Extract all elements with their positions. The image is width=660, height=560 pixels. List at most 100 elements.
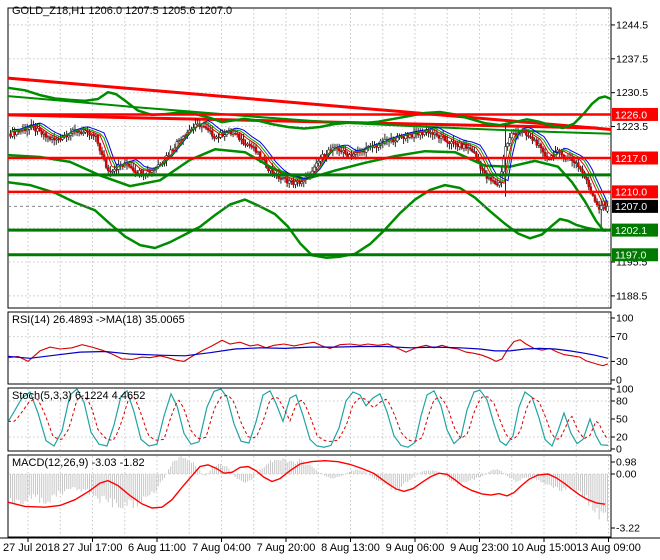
bear-candle	[572, 160, 576, 164]
bear-candle	[217, 136, 220, 139]
rsi-axis-label: 30	[616, 356, 628, 368]
bear-candle	[34, 126, 37, 132]
price-level-badge: 1197.0	[612, 248, 658, 262]
bear-candle	[96, 135, 100, 144]
bear-candle	[104, 159, 108, 168]
bear-candle	[283, 177, 287, 179]
bear-candle	[493, 180, 497, 185]
bull-candle	[55, 138, 58, 141]
bear-candle	[115, 169, 118, 171]
bear-candle	[213, 136, 216, 139]
bear-candle	[285, 178, 289, 184]
bull-candle	[466, 147, 470, 149]
price-axis-label: 1223.5	[616, 121, 648, 133]
bear-candle	[57, 138, 60, 141]
price-axis-label: 1230.5	[616, 87, 648, 99]
bear-candle	[460, 142, 464, 149]
bear-candle	[581, 168, 584, 173]
time-axis-label: 10 Aug 15:00	[512, 542, 577, 554]
bear-candle	[535, 139, 538, 146]
trading-terminal-chart-window: { "window": {"width": 660, "height": 560…	[0, 0, 660, 560]
bear-candle	[131, 167, 135, 171]
bear-candle	[448, 142, 451, 144]
bull-candle	[69, 133, 73, 136]
bear-candle	[337, 148, 341, 152]
bear-candle	[473, 151, 476, 154]
bull-candle	[433, 132, 437, 135]
macd-indicator-label: MACD(12,26,9) -3.03 -1.82	[12, 457, 145, 469]
bear-candle	[560, 151, 563, 156]
bull-candle	[439, 135, 443, 139]
bull-candle	[215, 136, 218, 139]
current-price-badge-text: 1207.0	[615, 201, 647, 213]
bear-candle	[134, 170, 137, 173]
bear-candle	[452, 141, 455, 143]
bear-candle	[59, 138, 62, 141]
bull-candle	[256, 151, 260, 154]
time-axis-label: 27 Jul 17:00	[63, 542, 123, 554]
bull-candle	[462, 144, 466, 149]
stoch-indicator-label: Stoch(5,3,3) 6.1224 4.4652	[12, 390, 146, 402]
bear-candle	[206, 127, 210, 131]
bear-candle	[406, 135, 410, 138]
price-axis-label: 1188.5	[616, 290, 647, 302]
bear-candle	[541, 147, 545, 153]
bear-candle	[539, 143, 543, 149]
bull-candle	[315, 162, 318, 168]
chart-canvas[interactable]: 1244.51237.51230.51223.51195.51188.51007…	[0, 0, 660, 560]
bull-candle	[290, 180, 293, 182]
bear-candle	[527, 135, 530, 137]
price-level-badge: 1202.1	[612, 223, 658, 237]
bear-candle	[109, 170, 112, 173]
bear-candle	[464, 144, 468, 149]
bear-candle	[107, 167, 110, 172]
bull-candle	[200, 125, 204, 128]
bear-candle	[202, 125, 206, 128]
bull-candle	[556, 149, 559, 152]
bear-candle	[254, 146, 258, 153]
time-axis-label: 27 Jul 2018	[3, 542, 60, 554]
time-axis-label: 13 Aug 09:00	[576, 542, 641, 554]
bull-candle	[487, 177, 491, 179]
bear-candle	[48, 136, 52, 140]
current-price-badge: 1207.0	[612, 199, 658, 213]
bear-candle	[489, 177, 493, 181]
bull-candle	[269, 168, 272, 171]
price-level-badge-text: 1226.0	[615, 109, 647, 121]
bull-candle	[46, 136, 50, 138]
time-axis-label: 7 Aug 04:00	[192, 542, 251, 554]
bull-candle	[352, 154, 355, 157]
bull-candle	[84, 130, 87, 133]
bear-candle	[346, 153, 349, 158]
bear-candle	[250, 145, 254, 148]
bear-candle	[431, 132, 434, 135]
bull-candle	[111, 170, 114, 173]
bear-candle	[454, 142, 457, 145]
bear-candle	[597, 204, 601, 210]
bull-candle	[246, 143, 249, 146]
bear-candle	[252, 146, 256, 149]
bear-candle	[543, 151, 547, 157]
bear-candle	[456, 144, 459, 147]
bear-candle	[44, 132, 48, 138]
rsi-axis-label: 70	[616, 331, 628, 343]
bear-candle	[279, 178, 283, 180]
bear-candle	[9, 133, 12, 137]
price-axis: 1244.51237.51230.51223.51195.51188.51007…	[611, 19, 648, 535]
time-axis-label: 8 Aug 13:00	[321, 542, 380, 554]
bull-candle	[231, 133, 235, 135]
stoch-axis-label: 100	[616, 384, 634, 396]
stoch-axis-label: 0	[616, 444, 622, 456]
bull-candle	[504, 146, 507, 159]
price-level-badge: 1226.0	[612, 107, 658, 121]
bear-candle	[525, 131, 528, 136]
bull-candle	[67, 135, 70, 138]
rsi-axis-label: 100	[616, 313, 634, 325]
stoch-axis-label: 80	[616, 396, 628, 408]
price-axis-label: 1237.5	[616, 53, 648, 65]
bear-candle	[211, 130, 214, 137]
time-axis-label: 7 Aug 20:00	[257, 542, 316, 554]
bear-candle	[248, 143, 251, 146]
bear-candle	[552, 155, 555, 157]
time-axis-label: 6 Aug 11:00	[128, 542, 186, 554]
